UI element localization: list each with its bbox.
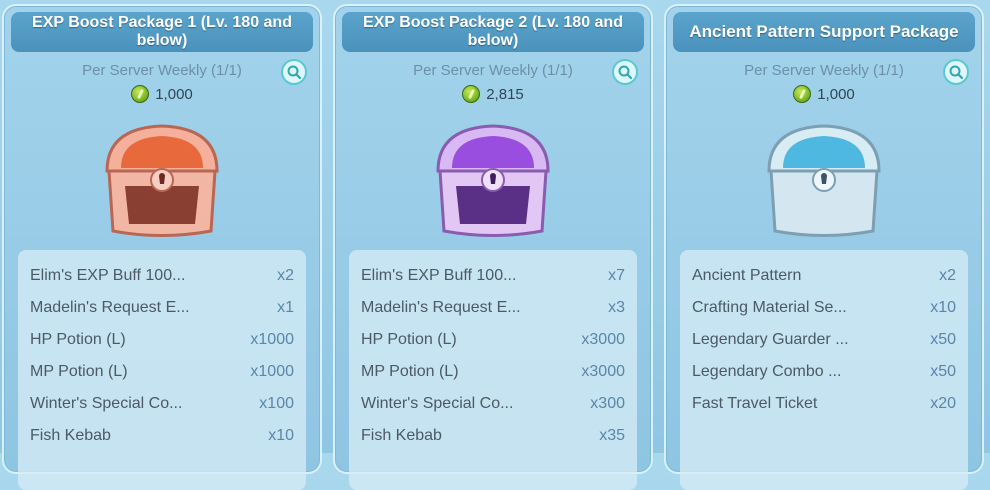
item-list: Elim's EXP Buff 100... x7 Madelin's Reque…	[349, 250, 637, 490]
magnifier-icon[interactable]	[612, 59, 638, 85]
purchase-limit: Per Server Weekly (1/1)	[82, 62, 242, 79]
list-item: Elim's EXP Buff 100... x2	[30, 267, 294, 284]
list-item: Madelin's Request E... x3	[361, 299, 625, 316]
package-title: EXP Boost Package 1 (Lv. 180 and below)	[11, 12, 313, 52]
list-item: Madelin's Request E... x1	[30, 299, 294, 316]
list-item: Legendary Guarder ... x50	[692, 331, 956, 348]
green-gem-coin-icon	[131, 85, 150, 103]
price-value: 1,000	[155, 85, 193, 103]
list-item: Winter's Special Co... x100	[30, 395, 294, 412]
list-item: Ancient Pattern x2	[692, 267, 956, 284]
purchase-limit: Per Server Weekly (1/1)	[413, 62, 573, 79]
list-item: Fast Travel Ticket x20	[692, 395, 956, 412]
package-card-2[interactable]: EXP Boost Package 2 (Lv. 180 and below) …	[333, 4, 653, 490]
item-list: Ancient Pattern x2 Crafting Material Se..…	[680, 250, 968, 490]
package-title: Ancient Pattern Support Package	[673, 12, 975, 52]
price-value: 1,000	[817, 85, 855, 103]
list-item: MP Potion (L) x1000	[30, 363, 294, 380]
purchase-limit: Per Server Weekly (1/1)	[744, 62, 904, 79]
green-gem-coin-icon	[793, 85, 812, 103]
blue-chest-icon	[767, 124, 881, 237]
price-value: 2,815	[486, 85, 524, 103]
package-card-1[interactable]: EXP Boost Package 1 (Lv. 180 and below) …	[2, 4, 322, 490]
list-item: HP Potion (L) x3000	[361, 331, 625, 348]
magnifier-icon[interactable]	[281, 59, 307, 85]
list-item: MP Potion (L) x3000	[361, 363, 625, 380]
list-item: Legendary Combo ... x50	[692, 363, 956, 380]
price: 2,815	[335, 85, 651, 103]
magnifier-icon[interactable]	[943, 59, 969, 85]
item-list: Elim's EXP Buff 100... x2 Madelin's Reque…	[18, 250, 306, 490]
list-item: HP Potion (L) x1000	[30, 331, 294, 348]
price: 1,000	[666, 85, 982, 103]
list-item: Fish Kebab x10	[30, 427, 294, 444]
list-item: Elim's EXP Buff 100... x7	[361, 267, 625, 284]
list-item: Fish Kebab x35	[361, 427, 625, 444]
price: 1,000	[4, 85, 320, 103]
list-item: Winter's Special Co... x300	[361, 395, 625, 412]
package-title: EXP Boost Package 2 (Lv. 180 and below)	[342, 12, 644, 52]
list-item: Crafting Material Se... x10	[692, 299, 956, 316]
package-card-3[interactable]: Ancient Pattern Support Package Per Serv…	[664, 4, 984, 490]
orange-chest-icon	[105, 124, 219, 237]
purple-chest-icon	[436, 124, 550, 237]
green-gem-coin-icon	[462, 85, 481, 103]
